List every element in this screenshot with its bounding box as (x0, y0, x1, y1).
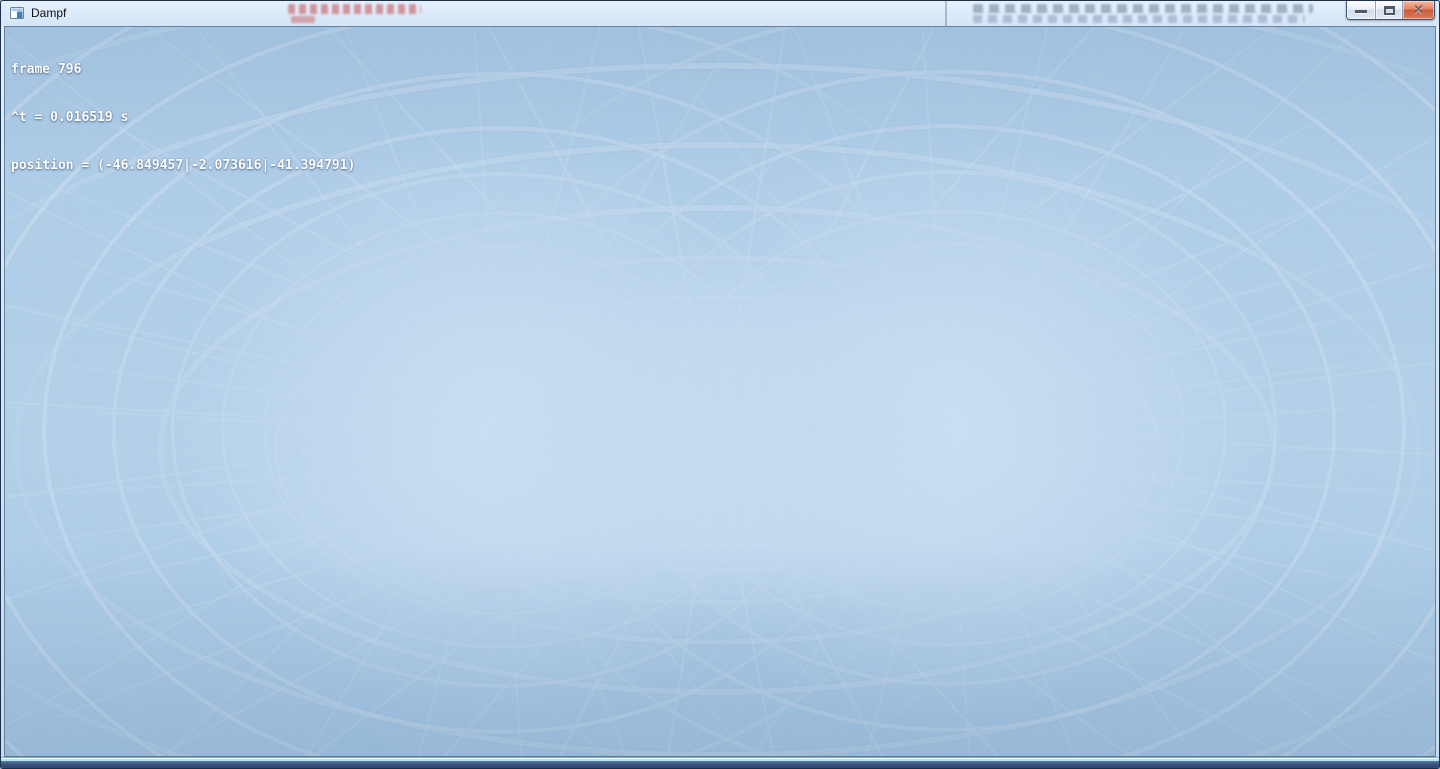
hud-overlay: frame 796 ^t = 0.016519 s position = (-4… (11, 30, 355, 206)
background-window-text-artifact (973, 15, 1305, 23)
background-window-text-artifact (291, 16, 315, 23)
close-icon: ✕ (1413, 4, 1424, 17)
background-window-text-artifact (288, 4, 421, 14)
background-window-text-artifact (973, 4, 1313, 13)
window-title: Dampf (31, 6, 66, 20)
hud-position: position = (-46.849457|-2.073616|-41.394… (11, 158, 355, 174)
window-controls: ✕ (1346, 1, 1435, 20)
background-window-edge-artifact (945, 1, 947, 26)
window-bottom-border (1, 757, 1439, 768)
close-button[interactable]: ✕ (1403, 1, 1434, 19)
hud-delta-t: ^t = 0.016519 s (11, 110, 355, 126)
app-icon (9, 5, 25, 21)
render-viewport[interactable]: frame 796 ^t = 0.016519 s position = (-4… (4, 26, 1436, 757)
maximize-icon (1384, 6, 1395, 15)
titlebar[interactable]: Dampf ✕ (1, 1, 1439, 26)
minimize-button[interactable] (1347, 1, 1376, 19)
hud-frame-counter: frame 796 (11, 62, 355, 78)
maximize-button[interactable] (1376, 1, 1403, 19)
minimize-icon (1355, 10, 1367, 13)
app-window: Dampf ✕ (0, 0, 1440, 769)
